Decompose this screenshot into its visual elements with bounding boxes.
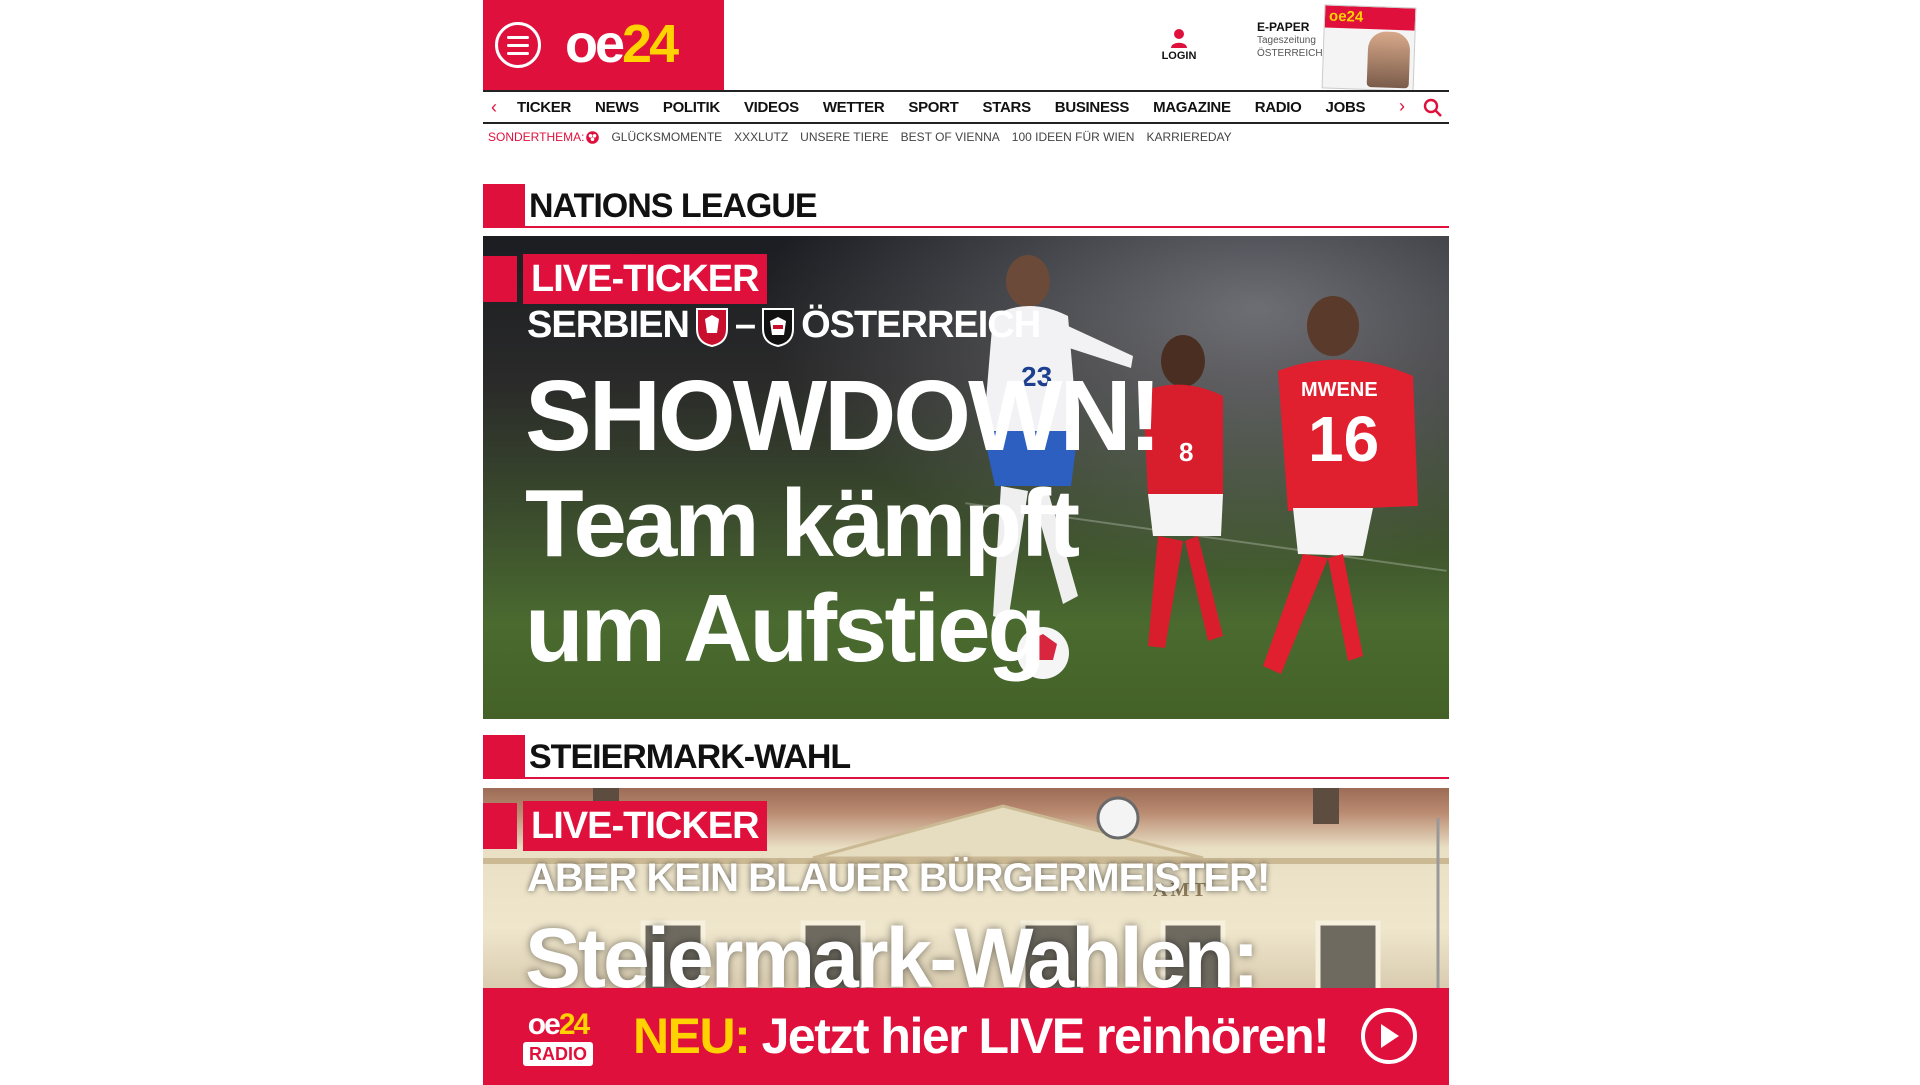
jersey-name-mwene: MWENE	[1301, 379, 1378, 401]
live-ticker-tag: LIVE-TICKER	[523, 801, 767, 851]
subnav-link[interactable]: XXXLUTZ	[734, 130, 788, 144]
serbia-crest-icon	[695, 307, 728, 347]
headline-line-1: SHOWDOWN!	[525, 360, 1162, 472]
nav-item-stars[interactable]: STARS	[971, 99, 1043, 116]
kicker-text: ABER KEIN BLAUER BÜRGERMEISTER!	[527, 856, 1270, 900]
nav-item-radio[interactable]: RADIO	[1243, 99, 1314, 116]
headline-line-3: um Aufstieg	[525, 575, 1046, 682]
radio-logo-label: RADIO	[523, 1042, 593, 1066]
login-label: LOGIN	[1161, 50, 1197, 62]
nav-scroll-left-icon[interactable]: ‹	[483, 97, 505, 118]
oefb-crest-icon	[762, 307, 795, 347]
headline-line-1: Steiermark-Wahlen:	[525, 911, 1260, 988]
nav-item-sport[interactable]: SPORT	[896, 99, 970, 116]
jersey-number-16: 16	[1308, 403, 1379, 475]
subnav-link[interactable]: KARRIEREDAY	[1146, 130, 1231, 144]
section-heading-nations-league[interactable]: NATIONS LEAGUE	[483, 184, 1449, 228]
subnav-link[interactable]: GLÜCKSMOMENTE	[611, 130, 722, 144]
nav-item-magazine[interactable]: MAGAZINE	[1141, 99, 1243, 116]
section-heading-steiermark-wahl[interactable]: STEIERMARK-WAHL	[483, 735, 1449, 779]
nav-item-jobs[interactable]: JOBS	[1314, 99, 1378, 116]
nav-item-wetter[interactable]: WETTER	[811, 99, 897, 116]
nav-item-videos[interactable]: VIDEOS	[732, 99, 811, 116]
live-ticker-tag: LIVE-TICKER	[523, 254, 767, 304]
header-logo-box: oe24	[483, 0, 724, 90]
section-title: STEIERMARK-WAHL	[529, 738, 851, 776]
subnav-link[interactable]: UNSERE TIERE	[800, 130, 888, 144]
radio-logo: oe24 RADIO	[511, 1010, 605, 1070]
hero-teaser-nations-league[interactable]: 23 8 MWENE 16 LIVE-TICKER SERBIEN – ÖSTERR…	[483, 236, 1449, 719]
epaper-line2: ÖSTERREICH	[1257, 48, 1323, 59]
match-kicker: SERBIEN – ÖSTERREICH	[527, 304, 1041, 347]
main-nav: ‹ TICKER NEWS POLITIK VIDEOS WETTER SPORT STAR…	[483, 90, 1449, 124]
subnav-link[interactable]: 100 IDEEN FÜR WIEN	[1012, 130, 1135, 144]
clover-icon	[586, 130, 600, 144]
nav-item-news[interactable]: NEWS	[583, 99, 651, 116]
page: oe24 LOGIN E-PAPER Tageszeitung ÖSTERREI…	[483, 0, 1449, 1085]
nav-item-business[interactable]: BUSINESS	[1043, 99, 1141, 116]
nav-item-politik[interactable]: POLITIK	[651, 99, 732, 116]
sub-nav: SONDERTHEMA: GLÜCKSMOMENTE XXXLUTZ UNSERE …	[488, 130, 1232, 144]
radio-banner-text: NEU: Jetzt hier LIVE reinhören!	[633, 1008, 1330, 1064]
nav-scroll-right-icon[interactable]: ›	[1399, 96, 1405, 117]
section-title: NATIONS LEAGUE	[529, 187, 818, 225]
epaper-link[interactable]: E-PAPER Tageszeitung ÖSTERREICH	[1257, 20, 1323, 60]
jersey-number-8: 8	[1179, 437, 1193, 467]
radio-banner[interactable]: oe24 RADIO NEU: Jetzt hier LIVE reinhöre…	[483, 988, 1449, 1085]
hamburger-menu-icon[interactable]	[495, 22, 541, 68]
epaper-line1: Tageszeitung	[1257, 35, 1316, 46]
nav-item-ticker[interactable]: TICKER	[505, 99, 583, 116]
site-logo[interactable]: oe24	[565, 14, 679, 74]
subnav-link[interactable]: BEST OF VIENNA	[901, 130, 1000, 144]
sonderthema-label: SONDERTHEMA:	[488, 130, 600, 144]
hero-teaser-steiermark-wahl[interactable]: AMT LIVE-TICKER ABER KEIN BLAUER BÜRGERM…	[483, 788, 1449, 988]
headline-line-2: Team kämpft	[525, 470, 1080, 577]
epaper-title: E-PAPER	[1257, 20, 1310, 34]
play-icon[interactable]	[1361, 1008, 1417, 1064]
login-button[interactable]: LOGIN	[1159, 28, 1199, 62]
epaper-cover-photo	[1366, 30, 1411, 89]
epaper-thumbnail[interactable]: oe24	[1321, 4, 1417, 92]
search-icon[interactable]	[1423, 98, 1443, 123]
nav-items: TICKER NEWS POLITIK VIDEOS WETTER SPORT STARS B…	[505, 99, 1449, 116]
user-icon	[1171, 29, 1187, 48]
